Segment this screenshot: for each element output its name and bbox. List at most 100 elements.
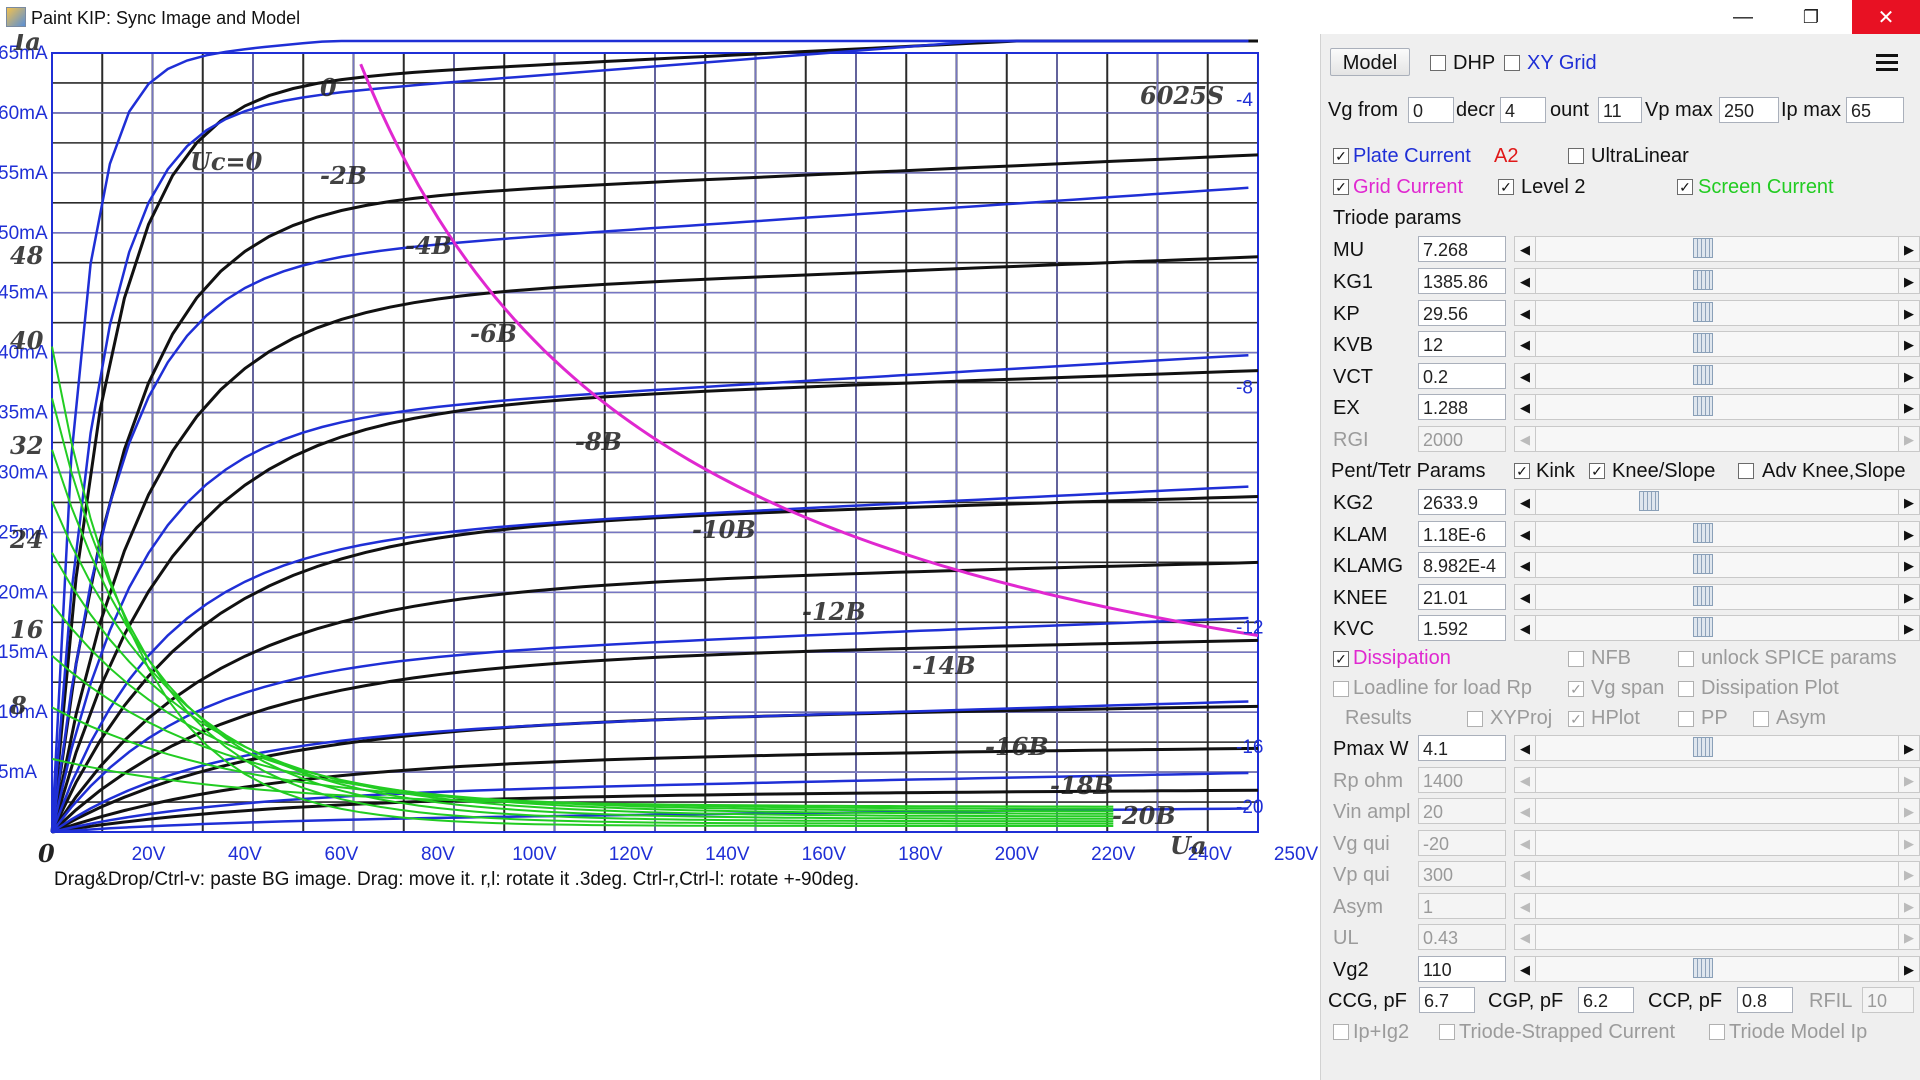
level2-checkbox[interactable]: ✓ [1498,179,1514,195]
slider-left-arrow-icon[interactable]: ◀ [1514,268,1536,294]
slider-left-arrow-icon[interactable]: ◀ [1514,426,1536,452]
slider-left-arrow-icon[interactable]: ◀ [1514,767,1536,793]
slider-right-arrow-icon[interactable]: ▶ [1898,735,1920,761]
slider-thumb[interactable] [1693,302,1714,322]
slider-right-arrow-icon[interactable]: ▶ [1898,426,1920,452]
slider-track[interactable] [1536,236,1898,262]
vg-from-field[interactable]: 0 [1408,97,1454,123]
unlock-spice-checkbox[interactable] [1678,651,1694,667]
slider-left-arrow-icon[interactable]: ◀ [1514,893,1536,919]
slider-left-arrow-icon[interactable]: ◀ [1514,552,1536,578]
slider-track[interactable] [1536,331,1898,357]
vg2-slider[interactable]: ◀ ▶ [1514,956,1920,982]
slider-left-arrow-icon[interactable]: ◀ [1514,236,1536,262]
vct-field[interactable]: 0.2 [1418,363,1506,389]
slider-track[interactable] [1536,552,1898,578]
grid-current-checkbox[interactable]: ✓ [1333,179,1349,195]
count-field[interactable]: 11 [1598,97,1642,123]
kg1-field[interactable]: 1385.86 [1418,268,1506,294]
slider-track[interactable] [1536,394,1898,420]
slider-track[interactable] [1536,893,1898,919]
plot-area[interactable]: 20V 40V 60V 80V 100V 120V 140V 160V 180V 200V 220V… [0,34,1320,1080]
asym-checkbox[interactable] [1753,711,1769,727]
slider-track[interactable] [1536,735,1898,761]
slider-right-arrow-icon[interactable]: ▶ [1898,236,1920,262]
slider-right-arrow-icon[interactable]: ▶ [1898,268,1920,294]
slider-right-arrow-icon[interactable]: ▶ [1898,363,1920,389]
pmax-field[interactable]: 4.1 [1418,735,1506,761]
klam-field[interactable]: 1.18E-6 [1418,521,1506,547]
slider-left-arrow-icon[interactable]: ◀ [1514,830,1536,856]
kg1-slider[interactable]: ◀ ▶ [1514,268,1920,294]
decr-field[interactable]: 4 [1500,97,1546,123]
slider-track[interactable] [1536,489,1898,515]
vct-slider[interactable]: ◀ ▶ [1514,363,1920,389]
ccp-field[interactable]: 0.8 [1737,987,1793,1013]
slider-right-arrow-icon[interactable]: ▶ [1898,861,1920,887]
ip-ig2-checkbox[interactable] [1333,1024,1349,1040]
mu-slider[interactable]: ◀ ▶ [1514,236,1920,262]
slider-left-arrow-icon[interactable]: ◀ [1514,861,1536,887]
mu-field[interactable]: 7.268 [1418,236,1506,262]
slider-left-arrow-icon[interactable]: ◀ [1514,615,1536,641]
slider-left-arrow-icon[interactable]: ◀ [1514,956,1536,982]
adv-knee-checkbox[interactable] [1738,463,1754,479]
slider-track[interactable] [1536,584,1898,610]
pp-checkbox[interactable] [1678,711,1694,727]
triode-strapped-checkbox[interactable] [1439,1024,1455,1040]
slider-thumb[interactable] [1693,365,1714,385]
slider-right-arrow-icon[interactable]: ▶ [1898,615,1920,641]
slider-thumb[interactable] [1638,491,1659,511]
slider-track[interactable] [1536,615,1898,641]
close-button[interactable]: ✕ [1852,0,1920,34]
slider-thumb[interactable] [1693,333,1714,353]
slider-track[interactable] [1536,363,1898,389]
slider-left-arrow-icon[interactable]: ◀ [1514,584,1536,610]
slider-track[interactable] [1536,268,1898,294]
kink-checkbox[interactable]: ✓ [1514,463,1530,479]
slider-left-arrow-icon[interactable]: ◀ [1514,924,1536,950]
slider-thumb[interactable] [1693,958,1714,978]
slider-right-arrow-icon[interactable]: ▶ [1898,394,1920,420]
ex-field[interactable]: 1.288 [1418,394,1506,420]
slider-left-arrow-icon[interactable]: ◀ [1514,331,1536,357]
ultralinear-checkbox[interactable] [1568,148,1584,164]
vp-max-field[interactable]: 250 [1719,97,1779,123]
slider-right-arrow-icon[interactable]: ▶ [1898,893,1920,919]
slider-right-arrow-icon[interactable]: ▶ [1898,489,1920,515]
slider-left-arrow-icon[interactable]: ◀ [1514,300,1536,326]
klam-slider[interactable]: ◀ ▶ [1514,521,1920,547]
slider-track[interactable] [1536,426,1898,452]
pmax-slider[interactable]: ◀ ▶ [1514,735,1920,761]
slider-right-arrow-icon[interactable]: ▶ [1898,798,1920,824]
plate-current-checkbox[interactable]: ✓ [1333,148,1349,164]
slider-thumb[interactable] [1693,617,1714,637]
slider-track[interactable] [1536,861,1898,887]
ip-max-field[interactable]: 65 [1846,97,1904,123]
knee-slider[interactable]: ◀ ▶ [1514,584,1920,610]
maximize-button[interactable]: ❐ [1782,0,1840,34]
klamg-field[interactable]: 8.982E-4 [1418,552,1506,578]
xy-grid-checkbox[interactable] [1504,55,1520,71]
slider-right-arrow-icon[interactable]: ▶ [1898,552,1920,578]
kg2-field[interactable]: 2633.9 [1418,489,1506,515]
slider-right-arrow-icon[interactable]: ▶ [1898,331,1920,357]
dissipation-checkbox[interactable]: ✓ [1333,651,1349,667]
slider-thumb[interactable] [1693,238,1714,258]
slider-left-arrow-icon[interactable]: ◀ [1514,521,1536,547]
slider-right-arrow-icon[interactable]: ▶ [1898,584,1920,610]
model-button[interactable]: Model [1330,48,1410,76]
characteristic-plot[interactable]: 20V 40V 60V 80V 100V 120V 140V 160V 180V 200V 220V… [0,34,1320,1080]
slider-right-arrow-icon[interactable]: ▶ [1898,300,1920,326]
slider-right-arrow-icon[interactable]: ▶ [1898,521,1920,547]
vg-span-checkbox[interactable]: ✓ [1568,681,1584,697]
knee-slope-checkbox[interactable]: ✓ [1589,463,1605,479]
slider-track[interactable] [1536,956,1898,982]
slider-left-arrow-icon[interactable]: ◀ [1514,489,1536,515]
slider-thumb[interactable] [1693,270,1714,290]
slider-track[interactable] [1536,924,1898,950]
slider-thumb[interactable] [1693,737,1714,757]
kvc-slider[interactable]: ◀ ▶ [1514,615,1920,641]
slider-right-arrow-icon[interactable]: ▶ [1898,956,1920,982]
slider-right-arrow-icon[interactable]: ▶ [1898,767,1920,793]
